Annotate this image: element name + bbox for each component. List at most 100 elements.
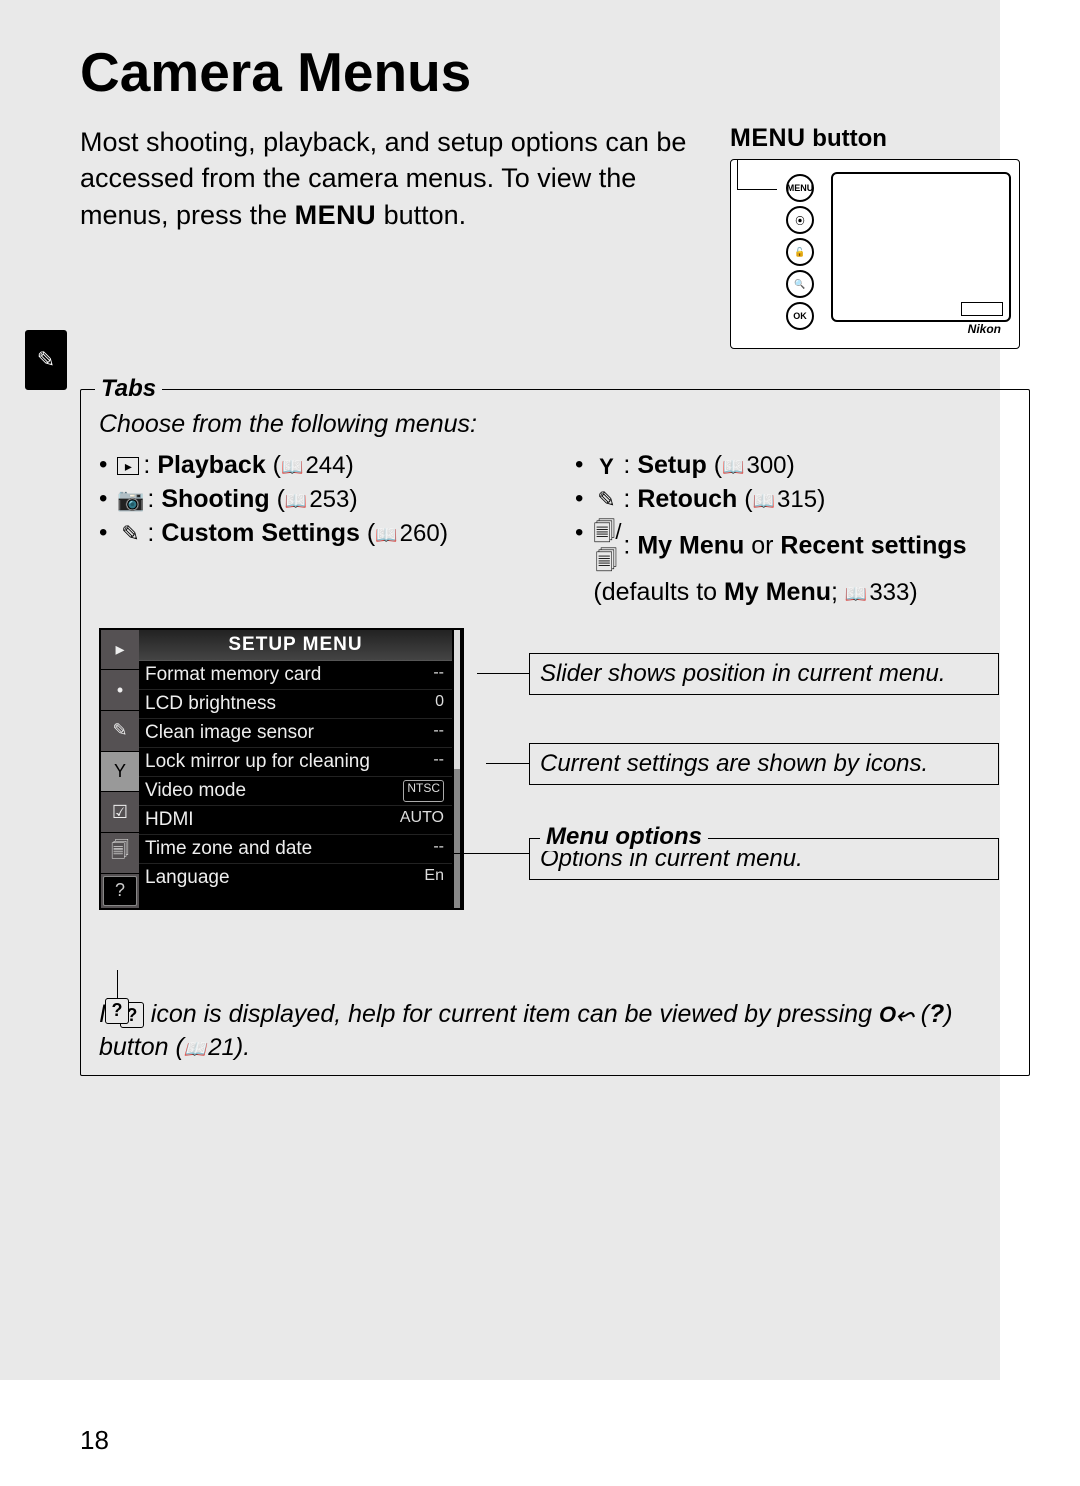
lcd-row: Format memory card-- (139, 661, 452, 690)
tab-item-playback: ▸: Playback (244) (99, 449, 535, 483)
page-ref: 333 (845, 579, 909, 606)
camera-button-icon: ⦿ (786, 206, 814, 234)
camera-illustration: MENU ⦿ 🔓 🔍 OK Nikon (730, 159, 1020, 349)
camera-icon: 📷 (117, 485, 143, 515)
tab-label-recent: Recent settings (780, 531, 966, 559)
lcd-row-value: AUTO (400, 809, 444, 831)
tab-label: Playback (157, 451, 265, 479)
defaults-bold: My Menu (724, 578, 831, 606)
tabs-columns: ▸: Playback (244) 📷: Shooting (253) ✎: C… (99, 449, 1011, 610)
page-ref: 315 (753, 486, 817, 513)
menu-area: ▸ • ✎ Y ☑ 🗐 ? SETUP MENU Format memory c… (99, 628, 1011, 968)
protect-key-icon: O⬿ (879, 1000, 914, 1030)
lcd-row-value: 0 (435, 693, 444, 715)
page-ref: 253 (285, 486, 349, 513)
lcd-tab-retouch-icon: ☑ (101, 792, 139, 833)
callout-settings: Current settings are shown by icons. (529, 743, 999, 786)
pencil-icon: ✎ (117, 519, 143, 549)
camera-brand: Nikon (968, 322, 1001, 336)
page-ref: 260 (375, 520, 439, 547)
callout-slider: Slider shows position in current menu. (529, 653, 999, 696)
lcd-scroll-thumb (454, 630, 460, 769)
lcd-row-name: HDMI (145, 809, 194, 831)
lcd-row-name: Format memory card (145, 664, 321, 686)
lcd-row-name: Lock mirror up for cleaning (145, 751, 370, 773)
lcd-tab-playback-icon: ▸ (101, 630, 139, 671)
camera-label: MENU button (730, 124, 1030, 153)
lcd-row-name: Clean image sensor (145, 722, 314, 744)
camera-button-icon: 🔓 (786, 238, 814, 266)
lcd-row-name: Time zone and date (145, 838, 312, 860)
callout-title: Menu options (540, 823, 708, 852)
lcd-row-value: -- (433, 751, 444, 773)
page-content: Camera Menus ✎ Most shooting, playback, … (80, 40, 1030, 1076)
camera-menu-word: MENU (730, 124, 806, 152)
help-post3: ). (235, 1033, 250, 1061)
lcd-tab-setup-icon: Y (101, 752, 139, 793)
lcd-row: Time zone and date-- (139, 835, 452, 864)
lcd-row-value: -- (433, 722, 444, 744)
callout-text: Slider shows position in current menu. (540, 660, 946, 687)
defaults-post: ; (831, 578, 845, 606)
page-ref: 300 (722, 452, 786, 479)
intro-menu-word: MENU (295, 200, 377, 230)
tabs-col-left: ▸: Playback (244) 📷: Shooting (253) ✎: C… (99, 449, 535, 610)
lcd-row-name: LCD brightness (145, 693, 276, 715)
lcd-main: SETUP MENU Format memory card--LCD brigh… (139, 630, 452, 908)
lcd-row-value: NTSC (403, 780, 444, 802)
page-ref: 244 (281, 452, 345, 479)
lcd-screenshot: ▸ • ✎ Y ☑ 🗐 ? SETUP MENU Format memory c… (99, 628, 464, 910)
lcd-title: SETUP MENU (139, 630, 452, 661)
lcd-row-name: Video mode (145, 780, 246, 802)
camera-lead-line (737, 160, 777, 190)
defaults-pre: (defaults to (593, 578, 724, 606)
lcd-row: Clean image sensor -- (139, 719, 452, 748)
intro-post: button. (376, 200, 466, 230)
lcd-tab-shooting-icon: • (101, 670, 139, 711)
tab-item-custom: ✎: Custom Settings (260) (99, 517, 535, 551)
lcd-row: LCD brightness 0 (139, 690, 452, 719)
tab-label: Retouch (637, 485, 737, 513)
callout-menu-options: Menu options Options in current menu. (529, 838, 999, 881)
lcd-tab-help-icon: ? (103, 876, 137, 906)
camera-button-word: button (806, 125, 887, 152)
leader-line (486, 763, 529, 764)
help-leader-line (117, 970, 118, 998)
help-q: ? (929, 1000, 944, 1028)
lcd-row-value: En (424, 867, 444, 889)
lcd-tab-strip: ▸ • ✎ Y ☑ 🗐 ? (101, 630, 139, 908)
help-box: ? If ? icon is displayed, help for curre… (99, 998, 1011, 1066)
leader-line (429, 853, 529, 854)
tab-label-or: or (744, 531, 780, 559)
leader-line (477, 673, 529, 674)
playback-icon: ▸ (117, 457, 139, 475)
tab-item-mymenu: 🗐/🗐: My Menu or Recent settings(defaults… (575, 517, 1011, 610)
lcd-row: Video mode NTSC (139, 777, 452, 806)
camera-column: MENU button MENU ⦿ 🔓 🔍 OK Nikon (730, 124, 1030, 349)
tabs-subtitle: Choose from the following menus: (99, 410, 1011, 439)
camera-button-icon: 🔍 (786, 270, 814, 298)
tabs-heading: Tabs (95, 375, 162, 403)
camera-menu-button-icon: MENU (786, 174, 814, 202)
help-post1: ( (914, 1000, 929, 1028)
lcd-tab-mymenu-icon: 🗐 (101, 833, 139, 874)
lcd-row: HDMI AUTO (139, 806, 452, 835)
side-tab-icon: ✎ (25, 330, 67, 390)
tabs-section: Tabs Choose from the following menus: ▸:… (80, 389, 1030, 1076)
page-ref: 21 (184, 1034, 235, 1061)
tabs-col-right: Y: Setup (300) ✎: Retouch (315) 🗐/🗐: My … (575, 449, 1011, 610)
tab-label: Setup (637, 451, 706, 479)
tab-label: Custom Settings (161, 519, 360, 547)
lcd-row: Lock mirror up for cleaning -- (139, 748, 452, 777)
camera-screen (831, 172, 1011, 322)
tab-label: My Menu (637, 531, 744, 559)
camera-ok-button-icon: OK (786, 302, 814, 330)
help-text: If ? icon is displayed, help for current… (99, 998, 1011, 1066)
page-number: 18 (80, 1425, 109, 1456)
lcd-tab-custom-icon: ✎ (101, 711, 139, 752)
lcd-row-name: Language (145, 867, 230, 889)
intro-text: Most shooting, playback, and setup optio… (80, 124, 705, 349)
tab-item-shooting: 📷: Shooting (253) (99, 483, 535, 517)
lcd-scrollbar (454, 630, 460, 908)
help-mid: icon is displayed, help for current item… (144, 1000, 879, 1028)
